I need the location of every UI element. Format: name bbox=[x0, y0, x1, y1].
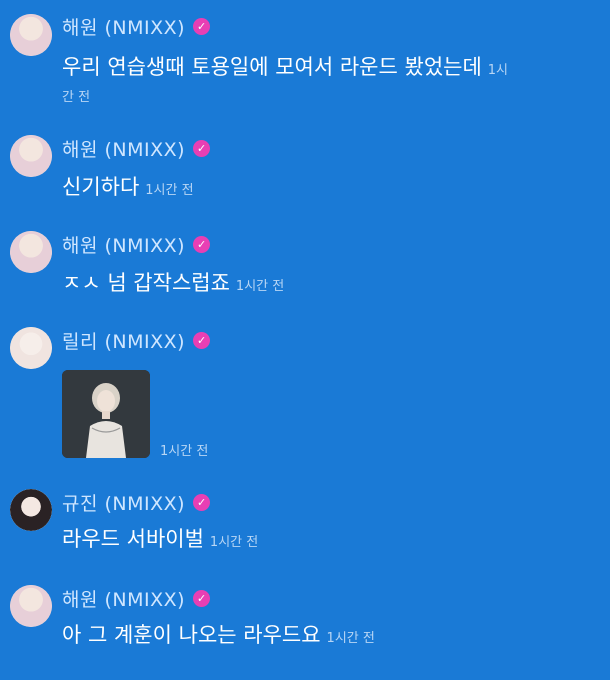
author-name[interactable]: 규진 (NMIXX) bbox=[62, 489, 185, 516]
photo-image bbox=[62, 370, 150, 458]
message-text: ㅈㅅ 넘 갑작스럽죠 1시간 전 bbox=[62, 266, 284, 304]
author-name[interactable]: 해원 (NMIXX) bbox=[62, 585, 185, 612]
photo-attachment[interactable] bbox=[62, 370, 150, 458]
message-text: 우리 연습생때 토용일에 모여서 라운드 봤었는데 1시 bbox=[62, 50, 508, 88]
avatar[interactable] bbox=[10, 231, 52, 273]
author-name[interactable]: 릴리 (NMIXX) bbox=[62, 327, 185, 354]
verified-check-icon: ✓ bbox=[193, 589, 211, 607]
author-name[interactable]: 해원 (NMIXX) bbox=[62, 231, 185, 258]
verified-check-icon: ✓ bbox=[193, 17, 211, 35]
avatar[interactable] bbox=[10, 327, 52, 369]
timestamp: 1시간 전 bbox=[326, 631, 375, 646]
verified-check-icon: ✓ bbox=[193, 235, 211, 253]
message-text-line: 우리 연습생때 토용일에 모여서 라운드 봤었는데 bbox=[62, 55, 482, 79]
message-text-line: 아 그 계훈이 나오는 라우드요 bbox=[62, 623, 321, 647]
message-text: 라우드 서바이벌 1시간 전 bbox=[62, 522, 258, 560]
timestamp-continued: 간 전 bbox=[62, 90, 91, 105]
avatar[interactable] bbox=[10, 14, 52, 56]
timestamp: 1시간 전 bbox=[235, 279, 285, 294]
timestamp: 1시간 전 bbox=[145, 183, 194, 198]
verified-check-icon: ✓ bbox=[193, 139, 211, 157]
message-text: 신기하다 1시간 전 bbox=[62, 170, 194, 208]
message-text: 아 그 계훈이 나오는 라우드요 1시간 전 bbox=[62, 618, 375, 656]
author-name[interactable]: 해원 (NMIXX) bbox=[62, 13, 185, 40]
timestamp: 1시간 전 bbox=[209, 535, 259, 550]
avatar[interactable] bbox=[10, 489, 52, 531]
message-text-line: ㅈㅅ 넘 갑작스럽죠 bbox=[62, 271, 230, 295]
avatar[interactable] bbox=[10, 135, 52, 177]
avatar[interactable] bbox=[10, 585, 52, 627]
verified-check-icon: ✓ bbox=[193, 331, 211, 349]
timestamp: 1시 bbox=[487, 63, 509, 78]
timestamp: 1시간 전 bbox=[160, 444, 209, 459]
message-text-line: 신기하다 bbox=[62, 175, 140, 199]
author-name[interactable]: 해원 (NMIXX) bbox=[62, 135, 185, 162]
verified-check-icon: ✓ bbox=[193, 493, 211, 511]
message-text-line: 라우드 서바이벌 bbox=[62, 527, 204, 551]
